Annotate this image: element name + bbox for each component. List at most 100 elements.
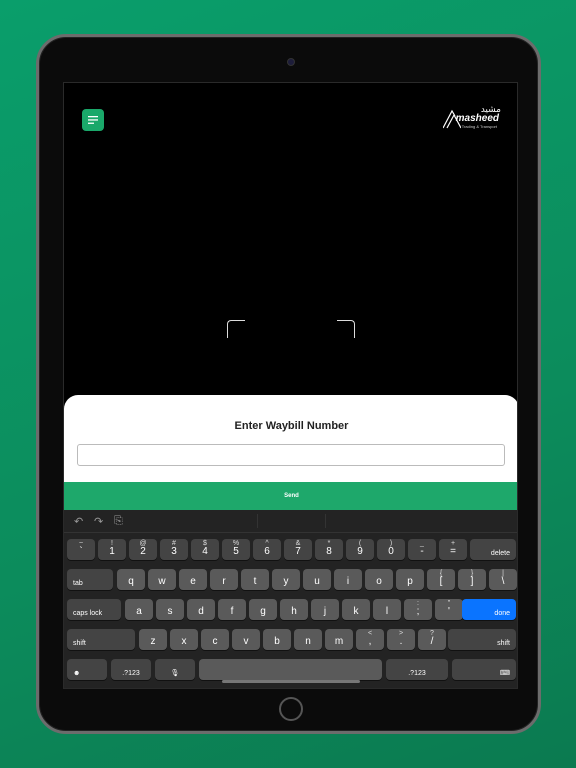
key-/[interactable]: ? / [418, 629, 446, 650]
key-1[interactable]: ! 1 [98, 539, 126, 560]
key-r[interactable]: r [210, 569, 238, 590]
key-label: tab [73, 580, 83, 587]
home-indicator [222, 680, 360, 683]
numbers-key-left[interactable]: .?123 [111, 659, 151, 680]
key-l[interactable]: l [373, 599, 401, 620]
shift-right-key[interactable]: shift [448, 629, 516, 650]
key-m[interactable]: m [325, 629, 353, 650]
undo-icon[interactable]: ↶ [74, 515, 83, 528]
key-[[interactable]: {[ [427, 569, 455, 590]
done-key[interactable]: done [462, 599, 516, 620]
key-z[interactable]: z [139, 629, 167, 650]
key-char: x [181, 636, 187, 647]
key-label: .?123 [408, 670, 426, 677]
key-y[interactable]: y [272, 569, 300, 590]
shift-left-key[interactable]: shift [67, 629, 135, 650]
key-\[interactable]: | \ [489, 569, 517, 590]
key-char: i [346, 576, 350, 587]
waybill-number-input[interactable] [77, 444, 505, 466]
key-p[interactable]: p [396, 569, 424, 590]
delete-key[interactable]: delete [470, 539, 516, 560]
redo-icon[interactable]: ↷ [94, 515, 103, 528]
scanner-frame [227, 320, 355, 342]
key-char: , [368, 636, 372, 647]
key-4[interactable]: $4 [191, 539, 219, 560]
key-o[interactable]: o [365, 569, 393, 590]
key-7[interactable]: & 7 [284, 539, 312, 560]
key-x[interactable]: x [170, 629, 198, 650]
key-char: a [136, 606, 142, 617]
key-g[interactable]: g [249, 599, 277, 620]
key-c[interactable]: c [201, 629, 229, 650]
menu-icon [88, 116, 98, 124]
key-d[interactable]: d [187, 599, 215, 620]
key-u[interactable]: u [303, 569, 331, 590]
key-=[interactable]: + = [439, 539, 467, 560]
key-6[interactable]: ^ 6 [253, 539, 281, 560]
tab-key[interactable]: tab [67, 569, 113, 590]
key-a[interactable]: a [125, 599, 153, 620]
key-b[interactable]: b [263, 629, 291, 650]
key-t[interactable]: t [241, 569, 269, 590]
key-k[interactable]: k [342, 599, 370, 620]
key-char: k [353, 606, 359, 617]
paste-icon[interactable]: ⎘ [114, 515, 123, 528]
key-char: m [334, 636, 344, 647]
key-w[interactable]: w [148, 569, 176, 590]
key-char: = [450, 546, 456, 557]
key-s[interactable]: s [156, 599, 184, 620]
key-0[interactable]: ) 0 [377, 539, 405, 560]
logo-tagline: Trading & Transport [461, 124, 497, 129]
key-n[interactable]: n [294, 629, 322, 650]
key-h[interactable]: h [280, 599, 308, 620]
key-;[interactable]: :; [404, 599, 432, 620]
key-char: 3 [171, 546, 177, 557]
key-char: q [128, 576, 134, 587]
menu-button[interactable] [82, 109, 104, 131]
key-,[interactable]: <, [356, 629, 384, 650]
key-char: 5 [233, 546, 239, 557]
key-char: l [385, 606, 389, 617]
key-label: done [494, 610, 510, 617]
key-.[interactable]: >. [387, 629, 415, 650]
caps-lock-key[interactable]: caps lock [67, 599, 121, 620]
key-q[interactable]: q [117, 569, 145, 590]
emoji-key[interactable]: ☻ [67, 659, 107, 680]
key-j[interactable]: j [311, 599, 339, 620]
key-char: 7 [295, 546, 301, 557]
key-char: 4 [202, 546, 208, 557]
key-'[interactable]: " ' [435, 599, 463, 620]
key-char: 0 [388, 546, 394, 557]
numbers-key-right[interactable]: .?123 [386, 659, 448, 680]
home-button[interactable] [279, 697, 303, 721]
hide-keyboard-key[interactable]: ⌨ [452, 659, 516, 680]
key-][interactable]: }] [458, 569, 486, 590]
key-`[interactable]: ~ ` [67, 539, 95, 560]
key-v[interactable]: v [232, 629, 260, 650]
key-char: . [399, 636, 403, 647]
key-9[interactable]: (9 [346, 539, 374, 560]
key-3[interactable]: #3 [160, 539, 188, 560]
toolbar-divider [325, 514, 326, 528]
key-char: w [158, 576, 166, 587]
key-char: ' [448, 606, 450, 617]
key-label: ☻ [73, 670, 81, 677]
key-5[interactable]: % 5 [222, 539, 250, 560]
key-label: shift [497, 640, 510, 647]
key-f[interactable]: f [218, 599, 246, 620]
key-i[interactable]: i [334, 569, 362, 590]
key-label: ⌨ [499, 670, 510, 677]
key-e[interactable]: e [179, 569, 207, 590]
key--[interactable]: _ - [408, 539, 436, 560]
key-8[interactable]: * 8 [315, 539, 343, 560]
key-char: b [274, 636, 280, 647]
logo-name: masheed [455, 113, 499, 124]
microphone-key[interactable]: 🎙 [155, 659, 195, 680]
tablet-frame: مشيد masheed Trading & Transport Enter W… [36, 34, 541, 734]
app-screen: مشيد masheed Trading & Transport Enter W… [63, 82, 518, 689]
space-key[interactable] [199, 659, 382, 680]
keyboard-toolbar: ↶ ↷ ⎘ [64, 510, 517, 533]
key-char: ; [416, 606, 420, 617]
key-2[interactable]: @2 [129, 539, 157, 560]
send-button[interactable]: Send [64, 482, 517, 510]
